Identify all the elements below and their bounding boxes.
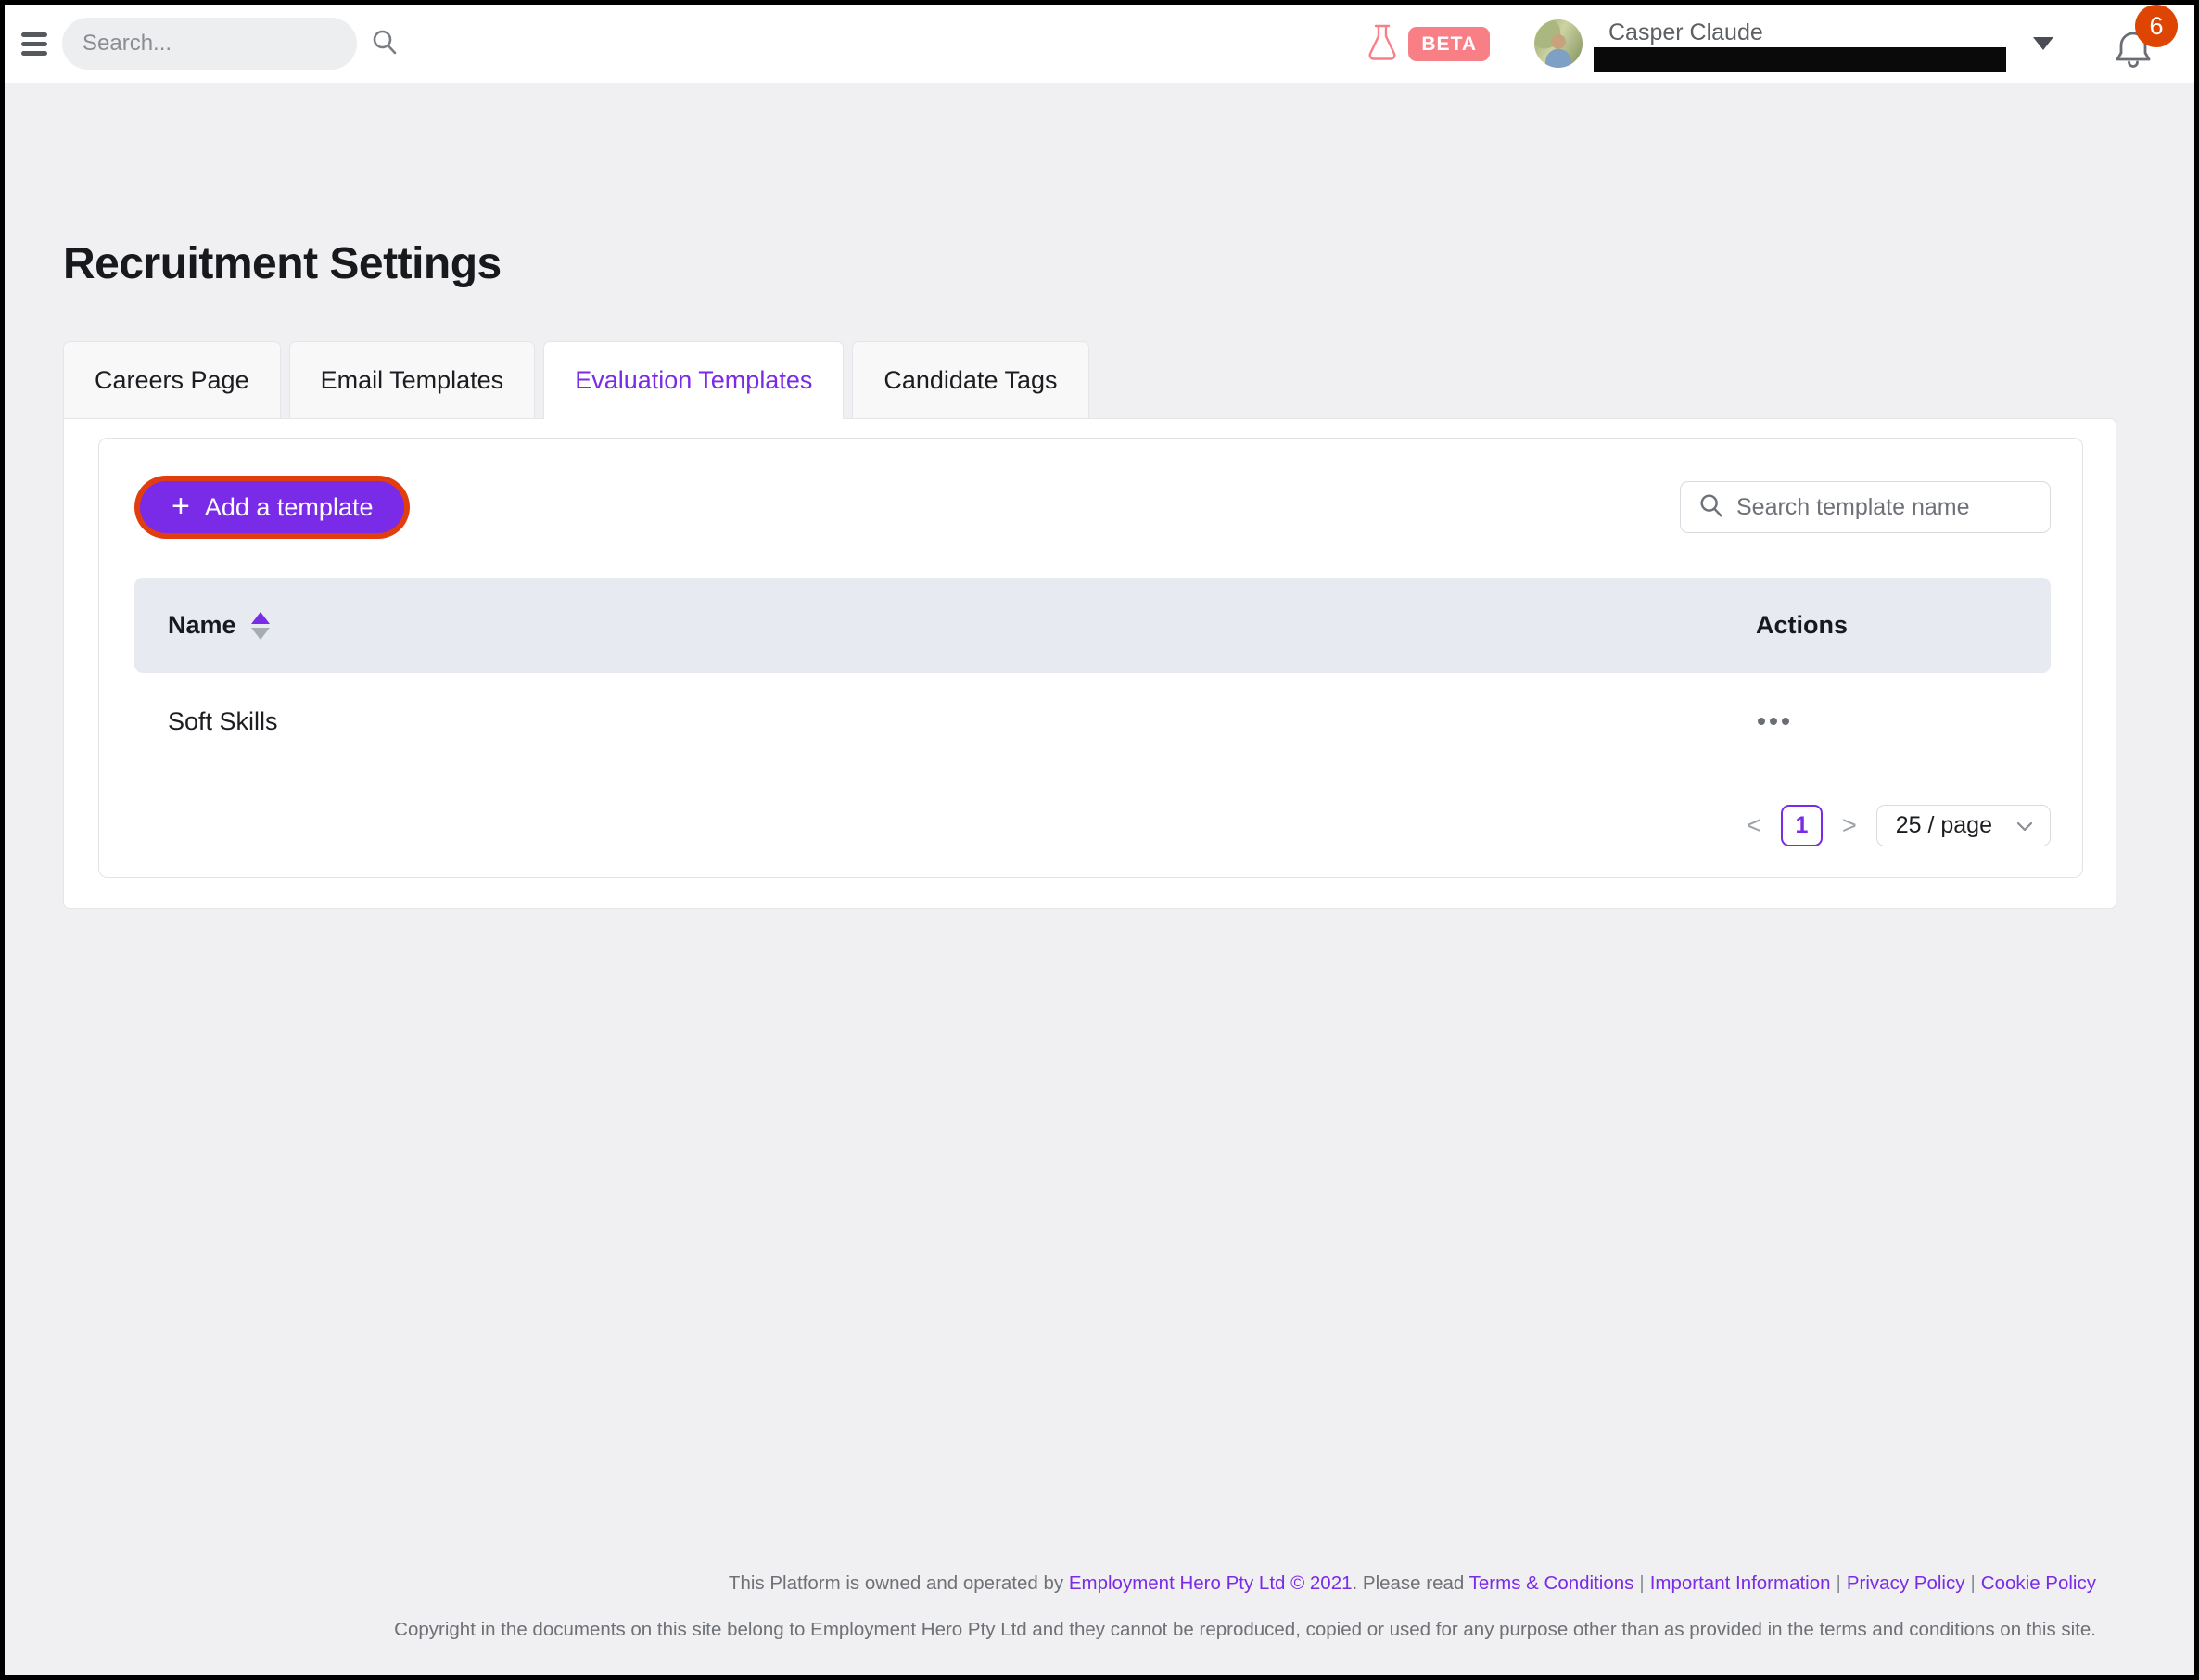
pagination: < 1 > 25 / page <box>134 805 2051 846</box>
beta-feature-toggle[interactable]: BETA <box>1364 20 1490 68</box>
column-name-label: Name <box>168 611 236 640</box>
footer-separator: | <box>1639 1572 1644 1594</box>
column-header-actions: Actions <box>1756 611 2017 640</box>
hamburger-bar <box>21 32 47 37</box>
previous-page-button[interactable]: < <box>1741 811 1767 840</box>
user-menu[interactable]: Casper Claude <box>1608 16 2016 71</box>
footer-separator: | <box>1970 1572 1975 1594</box>
footer-text: This Platform is owned and operated by <box>729 1572 1069 1594</box>
beta-badge: BETA <box>1408 27 1490 61</box>
hamburger-bar <box>21 51 47 56</box>
main-content: Recruitment Settings Careers Page Email … <box>5 83 2194 1675</box>
templates-card: + Add a template <box>98 438 2083 878</box>
footer-line-2: Copyright in the documents on this site … <box>63 1619 2096 1642</box>
add-template-button-label: Add a template <box>205 493 374 522</box>
flask-icon <box>1364 20 1401 68</box>
tab-careers-page[interactable]: Careers Page <box>63 341 281 418</box>
redacted-user-detail <box>1594 47 2006 72</box>
template-actions-cell <box>1756 710 2017 732</box>
page-number-button[interactable]: 1 <box>1781 805 1823 846</box>
hamburger-bar <box>21 42 47 46</box>
avatar[interactable] <box>1534 19 1583 68</box>
screenshot-frame: BETA Casper Claude 6 Recruitment Setting… <box>0 0 2199 1680</box>
footer-text: . Please read <box>1353 1572 1469 1594</box>
tab-candidate-tags[interactable]: Candidate Tags <box>852 341 1088 418</box>
terms-and-conditions-link[interactable]: Terms & Conditions <box>1469 1572 1634 1594</box>
chevron-down-icon[interactable] <box>2033 37 2053 50</box>
next-page-button[interactable]: > <box>1837 811 1862 840</box>
tab-evaluation-templates[interactable]: Evaluation Templates <box>543 341 844 419</box>
template-name-cell: Soft Skills <box>168 707 1756 736</box>
page-size-select[interactable]: 25 / page <box>1876 805 2051 846</box>
plus-icon: + <box>172 490 190 522</box>
templates-table: Name Actions Soft Skills <box>134 578 2051 770</box>
cookie-policy-link[interactable]: Cookie Policy <box>1981 1572 2096 1594</box>
user-name: Casper Claude <box>1608 16 2016 45</box>
footer-separator: | <box>1837 1572 1841 1594</box>
global-search-input[interactable] <box>83 31 370 57</box>
tab-email-templates[interactable]: Email Templates <box>289 341 536 418</box>
privacy-policy-link[interactable]: Privacy Policy <box>1847 1572 1965 1594</box>
global-search[interactable] <box>62 18 357 70</box>
sort-descending-icon <box>251 628 270 640</box>
employment-hero-link[interactable]: Employment Hero Pty Ltd © 2021 <box>1069 1572 1353 1594</box>
table-header-row: Name Actions <box>134 578 2051 673</box>
top-bar: BETA Casper Claude 6 <box>5 5 2194 83</box>
search-icon <box>1697 491 1725 524</box>
search-icon <box>370 27 400 61</box>
notifications-button[interactable]: 6 <box>2104 10 2170 77</box>
sort-ascending-icon <box>251 612 270 624</box>
dot <box>1758 718 1765 725</box>
evaluation-templates-panel: + Add a template <box>63 418 2116 909</box>
dot <box>1782 718 1789 725</box>
hamburger-menu-icon[interactable] <box>21 28 47 60</box>
tab-bar: Careers Page Email Templates Evaluation … <box>63 341 2116 419</box>
template-search[interactable] <box>1680 481 2051 533</box>
chevron-down-icon <box>2016 821 2033 833</box>
sort-icons[interactable] <box>251 612 270 640</box>
footer: This Platform is owned and operated by E… <box>63 1572 2116 1675</box>
table-row: Soft Skills <box>134 673 2051 770</box>
page-size-value: 25 / page <box>1896 812 1992 839</box>
template-search-input[interactable] <box>1736 494 2035 521</box>
page-title: Recruitment Settings <box>63 238 2116 289</box>
more-actions-icon[interactable] <box>1756 710 1791 732</box>
column-header-name[interactable]: Name <box>168 611 1756 640</box>
templates-toolbar: + Add a template <box>134 481 2051 533</box>
important-information-link[interactable]: Important Information <box>1650 1572 1831 1594</box>
footer-line-1: This Platform is owned and operated by E… <box>63 1572 2096 1596</box>
notification-count-badge: 6 <box>2135 5 2178 47</box>
dot <box>1770 718 1777 725</box>
add-template-button[interactable]: + Add a template <box>140 481 404 533</box>
